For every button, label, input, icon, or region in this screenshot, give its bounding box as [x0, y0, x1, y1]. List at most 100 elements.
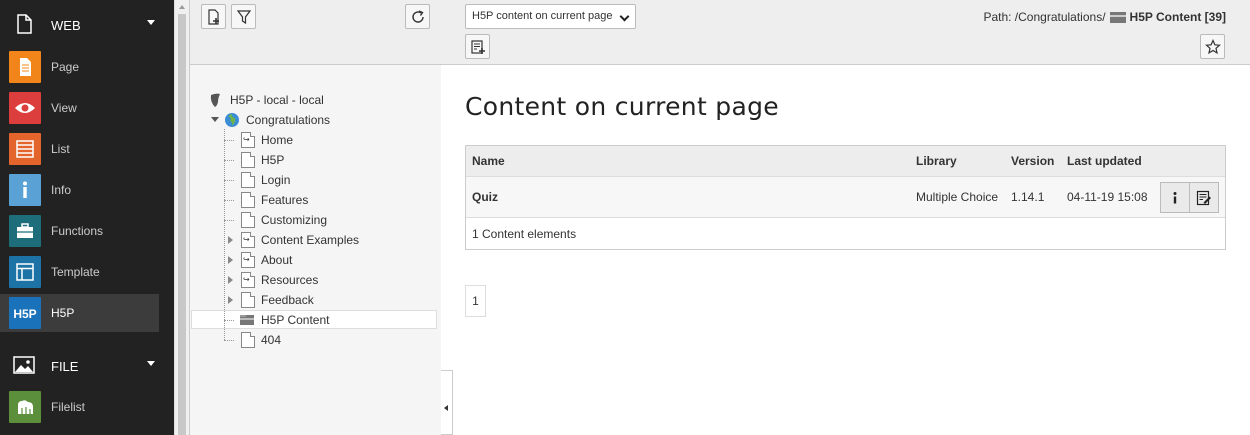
- refresh-tree-button[interactable]: [405, 4, 430, 29]
- module-item-label: Functions: [51, 224, 104, 238]
- template-icon: [9, 256, 41, 288]
- tree-connector: [224, 200, 234, 201]
- module-item-label: Info: [51, 183, 72, 197]
- tree-node-label: 404: [261, 333, 282, 347]
- edit-icon: [1196, 190, 1211, 205]
- refresh-icon: [411, 9, 424, 23]
- page-shortcut-icon: [241, 272, 255, 288]
- chevron-down-icon[interactable]: [147, 20, 155, 25]
- tree-node-resources[interactable]: Resources: [241, 270, 318, 290]
- tree-node-label: Resources: [261, 273, 319, 287]
- expand-arrow-icon[interactable]: [228, 276, 233, 284]
- tree-node-label: Customizing: [261, 213, 328, 227]
- column-header-last-updated: Last updated: [1067, 154, 1142, 168]
- module-group-file[interactable]: FILE: [0, 341, 174, 389]
- tree-node-site[interactable]: Congratulations: [224, 110, 330, 130]
- table-header-row: Name Library Version Last updated: [466, 146, 1225, 177]
- info-icon: [1173, 191, 1177, 203]
- info-button[interactable]: [1160, 182, 1190, 213]
- filelist-icon: [9, 391, 41, 423]
- module-item-template[interactable]: Template: [0, 253, 159, 291]
- folder-icon: [240, 315, 254, 325]
- eye-icon: [9, 92, 41, 124]
- page-icon: [241, 192, 255, 208]
- tree-node-home[interactable]: Home: [241, 130, 293, 150]
- module-item-view[interactable]: View: [0, 89, 159, 127]
- new-page-button[interactable]: [201, 4, 226, 29]
- chevron-left-icon: [444, 405, 448, 411]
- module-item-page[interactable]: Page: [0, 48, 159, 86]
- expand-arrow-icon[interactable]: [228, 236, 233, 244]
- column-header-name: Name: [472, 154, 505, 168]
- page-title: Content on current page: [465, 92, 779, 121]
- chevron-down-icon[interactable]: [147, 361, 155, 366]
- view-select-value: H5P content on current page: [472, 10, 613, 22]
- tree-connector: [224, 220, 234, 221]
- tree-root-label: H5P - local - local: [230, 93, 324, 107]
- column-header-library: Library: [916, 154, 957, 168]
- page-shortcut-icon: [241, 252, 255, 268]
- info-icon: [9, 174, 41, 206]
- tree-node-label: About: [261, 253, 293, 267]
- module-item-label: Filelist: [51, 400, 86, 414]
- module-item-label: List: [51, 142, 70, 156]
- table-row: Quiz Multiple Choice 1.14.1 04-11-19 15:…: [466, 177, 1225, 218]
- star-icon: [1204, 38, 1221, 54]
- content-table: Name Library Version Last updated Quiz M…: [465, 145, 1226, 250]
- tree-node-features[interactable]: Features: [241, 190, 308, 210]
- page-shortcut-icon: [241, 132, 255, 148]
- tree-node-h5p[interactable]: H5P: [241, 150, 284, 170]
- cell-name[interactable]: Quiz: [472, 177, 498, 217]
- briefcase-icon: [9, 215, 41, 247]
- filter-icon: [236, 9, 251, 24]
- tree-node-h5p-content[interactable]: H5P Content: [239, 310, 330, 330]
- module-item-filelist[interactable]: Filelist: [0, 388, 159, 426]
- expand-arrow-icon[interactable]: [228, 296, 233, 304]
- breadcrumb-prefix: Path: /Congratulations/: [983, 10, 1106, 24]
- scrollbar-thumb[interactable]: [178, 14, 186, 435]
- pagination-page-1[interactable]: 1: [465, 285, 486, 317]
- tree-root-node[interactable]: H5P - local - local: [208, 90, 324, 110]
- breadcrumb: Path: /Congratulations/ H5P Content [39]: [983, 10, 1226, 24]
- content-count: 1 Content elements: [472, 226, 577, 241]
- tree-node-label: Content Examples: [261, 233, 360, 247]
- view-select-dropdown[interactable]: H5P content on current page: [465, 4, 636, 29]
- filter-button[interactable]: [231, 4, 256, 29]
- tree-node-about[interactable]: About: [241, 250, 292, 270]
- module-group-web[interactable]: WEB: [0, 0, 174, 48]
- chevron-down-icon: [619, 11, 630, 22]
- collapse-arrow-icon[interactable]: [211, 117, 219, 122]
- scroll-up-arrow-icon[interactable]: [179, 5, 185, 9]
- h5p-icon: H5P: [9, 297, 41, 329]
- tree-node-label: Congratulations: [246, 113, 331, 127]
- tree-node-label: Home: [261, 133, 294, 147]
- bookmark-button[interactable]: [1200, 34, 1225, 59]
- sidebar-scrollbar[interactable]: [174, 0, 189, 435]
- new-page-icon: [207, 8, 219, 25]
- breadcrumb-current: H5P Content [39]: [1129, 10, 1226, 24]
- globe-icon: [225, 113, 239, 127]
- new-content-button[interactable]: [465, 34, 490, 59]
- edit-button[interactable]: [1189, 182, 1219, 213]
- tree-node-customizing[interactable]: Customizing: [241, 210, 327, 230]
- page-tree-panel: H5P - local - local Congratulations Home…: [189, 0, 442, 435]
- image-icon: [13, 356, 35, 374]
- tree-node-label: Feedback: [261, 293, 314, 307]
- module-item-list[interactable]: List: [0, 130, 159, 168]
- module-item-functions[interactable]: Functions: [0, 212, 159, 250]
- tree-node-content-examples[interactable]: Content Examples: [241, 230, 359, 250]
- tree-node-login[interactable]: Login: [241, 170, 290, 190]
- module-item-info[interactable]: Info: [0, 171, 159, 209]
- page-icon: [9, 51, 41, 83]
- content-area: H5P content on current page Path: /Congr…: [441, 0, 1250, 435]
- tree-node-404[interactable]: 404: [241, 330, 281, 350]
- tree-node-feedback[interactable]: Feedback: [241, 290, 314, 310]
- expand-arrow-icon[interactable]: [228, 256, 233, 264]
- module-menu: WEB Page View List Info Functions Templa…: [0, 0, 174, 435]
- tree-collapse-handle[interactable]: [441, 370, 453, 435]
- module-item-h5p[interactable]: H5P H5P: [0, 294, 159, 332]
- document-icon: [17, 14, 32, 34]
- tree-connector: [224, 180, 234, 181]
- cell-version: 1.14.1: [1011, 190, 1045, 204]
- tree-node-label: Features: [261, 193, 309, 207]
